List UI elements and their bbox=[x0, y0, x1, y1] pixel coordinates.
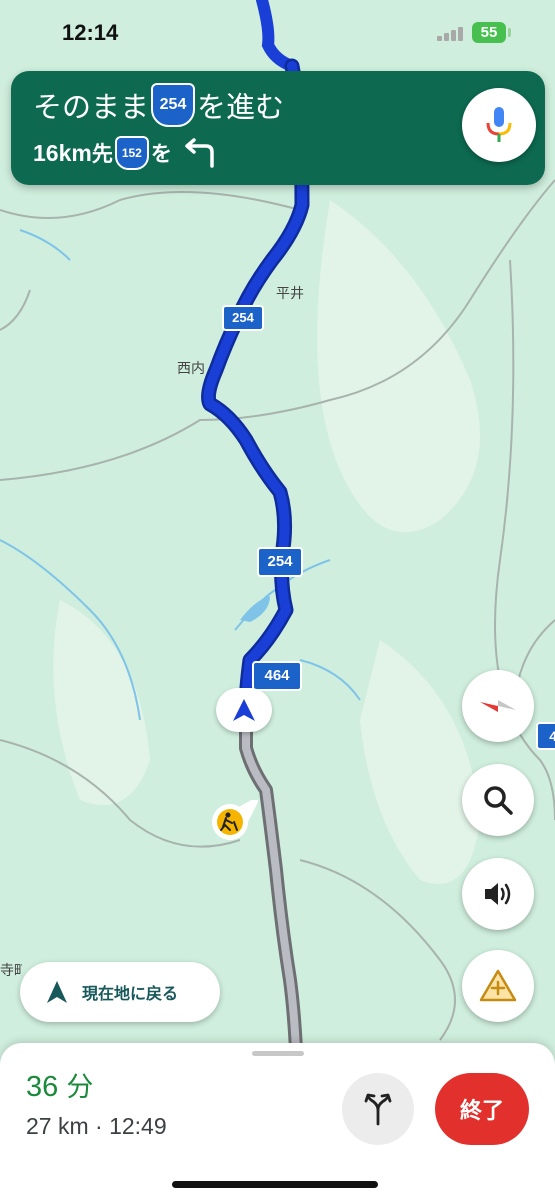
home-indicator[interactable] bbox=[172, 1181, 378, 1188]
report-incident-button[interactable] bbox=[462, 950, 534, 1022]
compass-button[interactable] bbox=[462, 670, 534, 742]
recenter-label: 現在地に戻る bbox=[82, 984, 179, 1003]
primary-instruction-prefix: そのまま bbox=[33, 90, 150, 124]
alternate-routes-button[interactable] bbox=[342, 1073, 414, 1145]
cellular-signal-icon bbox=[437, 27, 465, 41]
route-shield-edge: 4 bbox=[536, 722, 555, 750]
turn-left-icon bbox=[185, 138, 214, 168]
search-along-route-button[interactable] bbox=[462, 764, 534, 836]
primary-instruction-suffix: を進む bbox=[197, 90, 285, 124]
eta-duration: 36 分 bbox=[26, 1065, 93, 1104]
next-turn-mid: 先 bbox=[91, 142, 113, 166]
add-report-icon bbox=[479, 969, 517, 1002]
route-shield-254-lower: 254 bbox=[257, 547, 303, 577]
navigation-arrow-icon bbox=[233, 699, 255, 721]
search-icon bbox=[484, 786, 513, 815]
construction-marker[interactable] bbox=[206, 794, 262, 842]
status-time: 12:14 bbox=[62, 20, 119, 45]
route-shield-464: 464 bbox=[252, 661, 302, 691]
place-label-hirai: 平井 bbox=[276, 286, 304, 302]
eta-value: 36 bbox=[26, 1071, 59, 1103]
status-bar: 12:14 55 bbox=[0, 0, 555, 64]
navigation-arrow-icon bbox=[47, 981, 67, 1003]
trip-summary-sheet[interactable]: 36 分 27 km · 12:49 終了 bbox=[0, 1043, 555, 1200]
sheet-drag-handle[interactable] bbox=[252, 1051, 304, 1056]
battery-indicator: 55 bbox=[472, 22, 506, 43]
sound-button[interactable] bbox=[462, 858, 534, 930]
next-turn-suffix: を bbox=[150, 142, 172, 166]
next-turn-distance: 16km bbox=[33, 139, 92, 166]
secondary-instruction: 16km 先 152 を bbox=[33, 135, 216, 171]
trip-distance-arrival: 27 km · 12:49 bbox=[26, 1113, 167, 1139]
navigation-instruction-banner[interactable]: そのまま 254 を進む 16km 先 152 を bbox=[11, 71, 545, 185]
current-location-marker bbox=[216, 688, 272, 732]
eta-unit: 分 bbox=[66, 1072, 94, 1103]
route-shield-254-upper: 254 bbox=[222, 305, 264, 331]
speaker-icon bbox=[485, 883, 511, 905]
construction-icon bbox=[212, 794, 262, 841]
microphone-icon bbox=[486, 107, 512, 142]
route-shield-secondary: 152 bbox=[114, 136, 149, 170]
voice-search-button[interactable] bbox=[462, 88, 536, 162]
primary-instruction: そのまま 254 を進む bbox=[33, 83, 284, 127]
place-label-edge: 寺町 bbox=[0, 963, 22, 979]
route-shield-primary: 254 bbox=[151, 83, 196, 127]
route-fork-icon bbox=[364, 1093, 392, 1126]
compass-icon bbox=[480, 700, 516, 712]
battery-tip bbox=[508, 28, 511, 37]
exit-navigation-button[interactable]: 終了 bbox=[435, 1073, 529, 1145]
place-label-nishiuchi: 西内 bbox=[177, 361, 205, 377]
recenter-button[interactable]: 現在地に戻る bbox=[20, 962, 220, 1022]
